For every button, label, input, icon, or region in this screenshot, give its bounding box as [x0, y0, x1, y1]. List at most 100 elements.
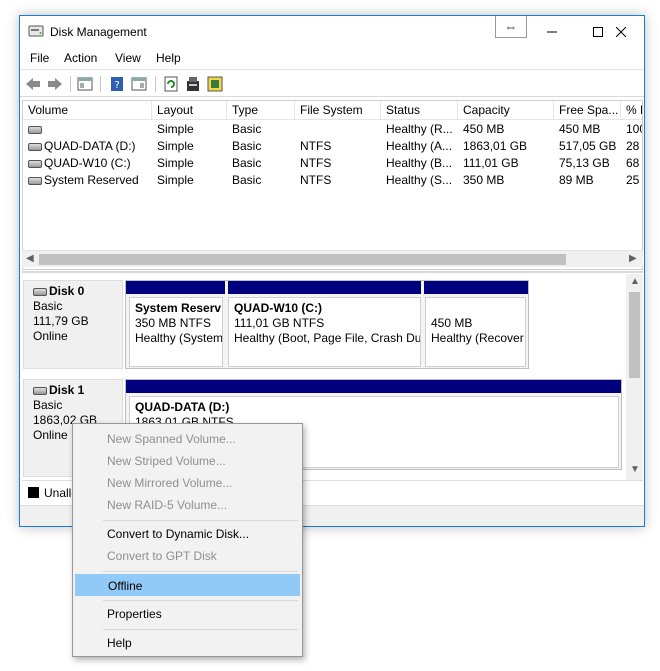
- disk-drive-icon: [33, 386, 47, 395]
- disk-name: Disk 0: [49, 284, 85, 298]
- menu-item-convert-to-dynamic-disk[interactable]: Convert to Dynamic Disk...: [75, 523, 300, 545]
- table-row[interactable]: System Reserved Simple Basic NTFS Health…: [23, 172, 642, 189]
- toolbar-separator: [100, 76, 101, 92]
- menu-separator: [103, 600, 298, 601]
- partition-name: QUAD-W10 (C:): [234, 301, 322, 315]
- horizontal-scroll-thumb[interactable]: [39, 254, 566, 265]
- volume-drive-icon: [28, 125, 42, 134]
- volume-cell: [23, 121, 152, 138]
- menu-separator: [103, 520, 298, 521]
- volume-cell: QUAD-DATA (D:): [23, 138, 152, 155]
- table-row[interactable]: Simple Basic Healthy (R... 450 MB 450 MB…: [23, 121, 642, 138]
- layout-cell: Simple: [157, 139, 194, 153]
- partition-name: QUAD-DATA (D:): [135, 400, 230, 414]
- disk-0-info[interactable]: Disk 0 Basic 111,79 GB Online: [23, 280, 123, 369]
- column-header-capacity[interactable]: Capacity: [458, 101, 554, 120]
- partition-name: System Reserv: [135, 301, 222, 315]
- partition-recovery[interactable]: 450 MB Healthy (Recover: [425, 297, 526, 367]
- window-title: Disk Management: [50, 25, 147, 39]
- status-cell: Healthy (R...: [386, 122, 453, 136]
- menu-bar: File Action View Help: [20, 47, 644, 69]
- column-header-status[interactable]: Status: [381, 101, 458, 120]
- column-header-type[interactable]: Type: [227, 101, 295, 120]
- partition-system-reserved[interactable]: System Reserv 350 MB NTFS Healthy (Syste…: [129, 297, 223, 367]
- menu-item-new-spanned-volume: New Spanned Volume...: [107, 432, 236, 446]
- forward-arrow-icon[interactable]: [46, 75, 64, 93]
- volume-cell: QUAD-W10 (C:): [23, 155, 152, 172]
- menu-item-help[interactable]: Help: [75, 632, 300, 654]
- disk-0-name-row: Disk 0: [33, 284, 122, 299]
- minimize-button[interactable]: [529, 16, 575, 47]
- rescan-disks-icon[interactable]: [184, 75, 202, 93]
- vertical-scroll-thumb[interactable]: [629, 292, 640, 378]
- table-row[interactable]: QUAD-DATA (D:) Simple Basic NTFS Healthy…: [23, 138, 642, 155]
- volume-drive-icon: [28, 159, 42, 168]
- partition-bar: [126, 380, 621, 393]
- menu-help[interactable]: Help: [156, 51, 181, 65]
- disk-management-app-icon: [28, 25, 44, 37]
- column-header-volume[interactable]: Volume: [23, 101, 152, 120]
- menu-view[interactable]: View: [115, 51, 141, 65]
- capacity-cell: 1863,01 GB: [463, 139, 528, 153]
- column-header-free-space[interactable]: Free Spa...: [554, 101, 621, 120]
- file-system-cell: NTFS: [300, 139, 332, 153]
- help-book-icon[interactable]: ?: [108, 75, 126, 93]
- menu-item-convert-to-gpt-disk: Convert to GPT Disk: [107, 549, 217, 563]
- volume-drive-icon: [28, 142, 42, 151]
- menu-item-new-striped-volume: New Striped Volume...: [107, 454, 226, 468]
- column-header-layout[interactable]: Layout: [152, 101, 227, 120]
- volume-cell: System Reserved: [23, 172, 152, 189]
- partition-status: Healthy (Recover: [431, 331, 524, 345]
- type-cell: Basic: [232, 156, 262, 170]
- capacity-cell: 111,01 GB: [463, 156, 519, 170]
- table-row[interactable]: QUAD-W10 (C:) Simple Basic NTFS Healthy …: [23, 155, 642, 172]
- file-system-cell: [295, 121, 381, 138]
- free-space-cell: 450 MB: [559, 122, 601, 136]
- capacity-cell: 450 MB: [463, 122, 505, 136]
- resize-hint-icon: ⇔: [495, 16, 527, 38]
- menu-item-new-mirrored-volume: New Mirrored Volume...: [107, 476, 233, 490]
- menu-item-properties[interactable]: Properties: [75, 603, 300, 625]
- wizard-icon[interactable]: [206, 75, 224, 93]
- properties-pane-icon[interactable]: [130, 75, 148, 93]
- menu-item-offline[interactable]: Offline: [75, 574, 300, 596]
- menu-file[interactable]: File: [30, 51, 49, 65]
- disk-1-name-row: Disk 1: [33, 383, 122, 398]
- disk-type: Basic: [33, 398, 63, 412]
- pane-splitter[interactable]: [22, 271, 643, 273]
- close-button[interactable]: [598, 16, 644, 47]
- volume-list: Volume Layout Type File System Status Ca…: [22, 100, 643, 270]
- file-system-cell: NTFS: [300, 173, 332, 187]
- toolbar: ?: [20, 69, 644, 97]
- column-header-file-system[interactable]: File System: [295, 101, 381, 120]
- scroll-down-arrow-icon[interactable]: ▼: [630, 464, 640, 475]
- partition-quad-w10[interactable]: QUAD-W10 (C:) 111,01 GB NTFS Healthy (Bo…: [228, 297, 421, 367]
- type-cell: Basic: [232, 173, 262, 187]
- close-icon: [616, 26, 626, 37]
- column-header-percent-free[interactable]: % F: [621, 101, 642, 120]
- console-tree-icon[interactable]: [76, 75, 94, 93]
- title-bar[interactable]: Disk Management ⇔: [20, 16, 644, 47]
- scroll-right-arrow-icon[interactable]: ▶: [629, 253, 637, 264]
- partition-size: 450 MB: [431, 316, 473, 330]
- disk-context-menu: New Spanned Volume... New Striped Volume…: [72, 423, 303, 657]
- refresh-icon[interactable]: [162, 75, 180, 93]
- disk-size: 111,79 GB: [33, 314, 89, 328]
- back-arrow-icon[interactable]: [24, 75, 42, 93]
- disk-type: Basic: [33, 299, 63, 313]
- partition-bar: [228, 281, 421, 294]
- disk-drive-icon: [33, 287, 47, 296]
- layout-cell: Simple: [157, 156, 194, 170]
- disk-pane-vertical-scrollbar[interactable]: ▲ ▼: [626, 274, 643, 480]
- free-space-cell: 89 MB: [559, 173, 594, 187]
- percent-free-cell: 28: [626, 139, 640, 153]
- disk-state: Online: [33, 329, 68, 343]
- layout-cell: Simple: [157, 122, 194, 136]
- menu-separator: [103, 629, 298, 630]
- toolbar-separator: [70, 76, 71, 92]
- partition-size: 350 MB NTFS: [135, 316, 212, 330]
- menu-action[interactable]: Action: [64, 51, 97, 65]
- volume-list-horizontal-scrollbar[interactable]: ◀ ▶: [22, 250, 643, 267]
- scroll-left-arrow-icon[interactable]: ◀: [26, 253, 34, 264]
- scroll-up-arrow-icon[interactable]: ▲: [630, 276, 640, 287]
